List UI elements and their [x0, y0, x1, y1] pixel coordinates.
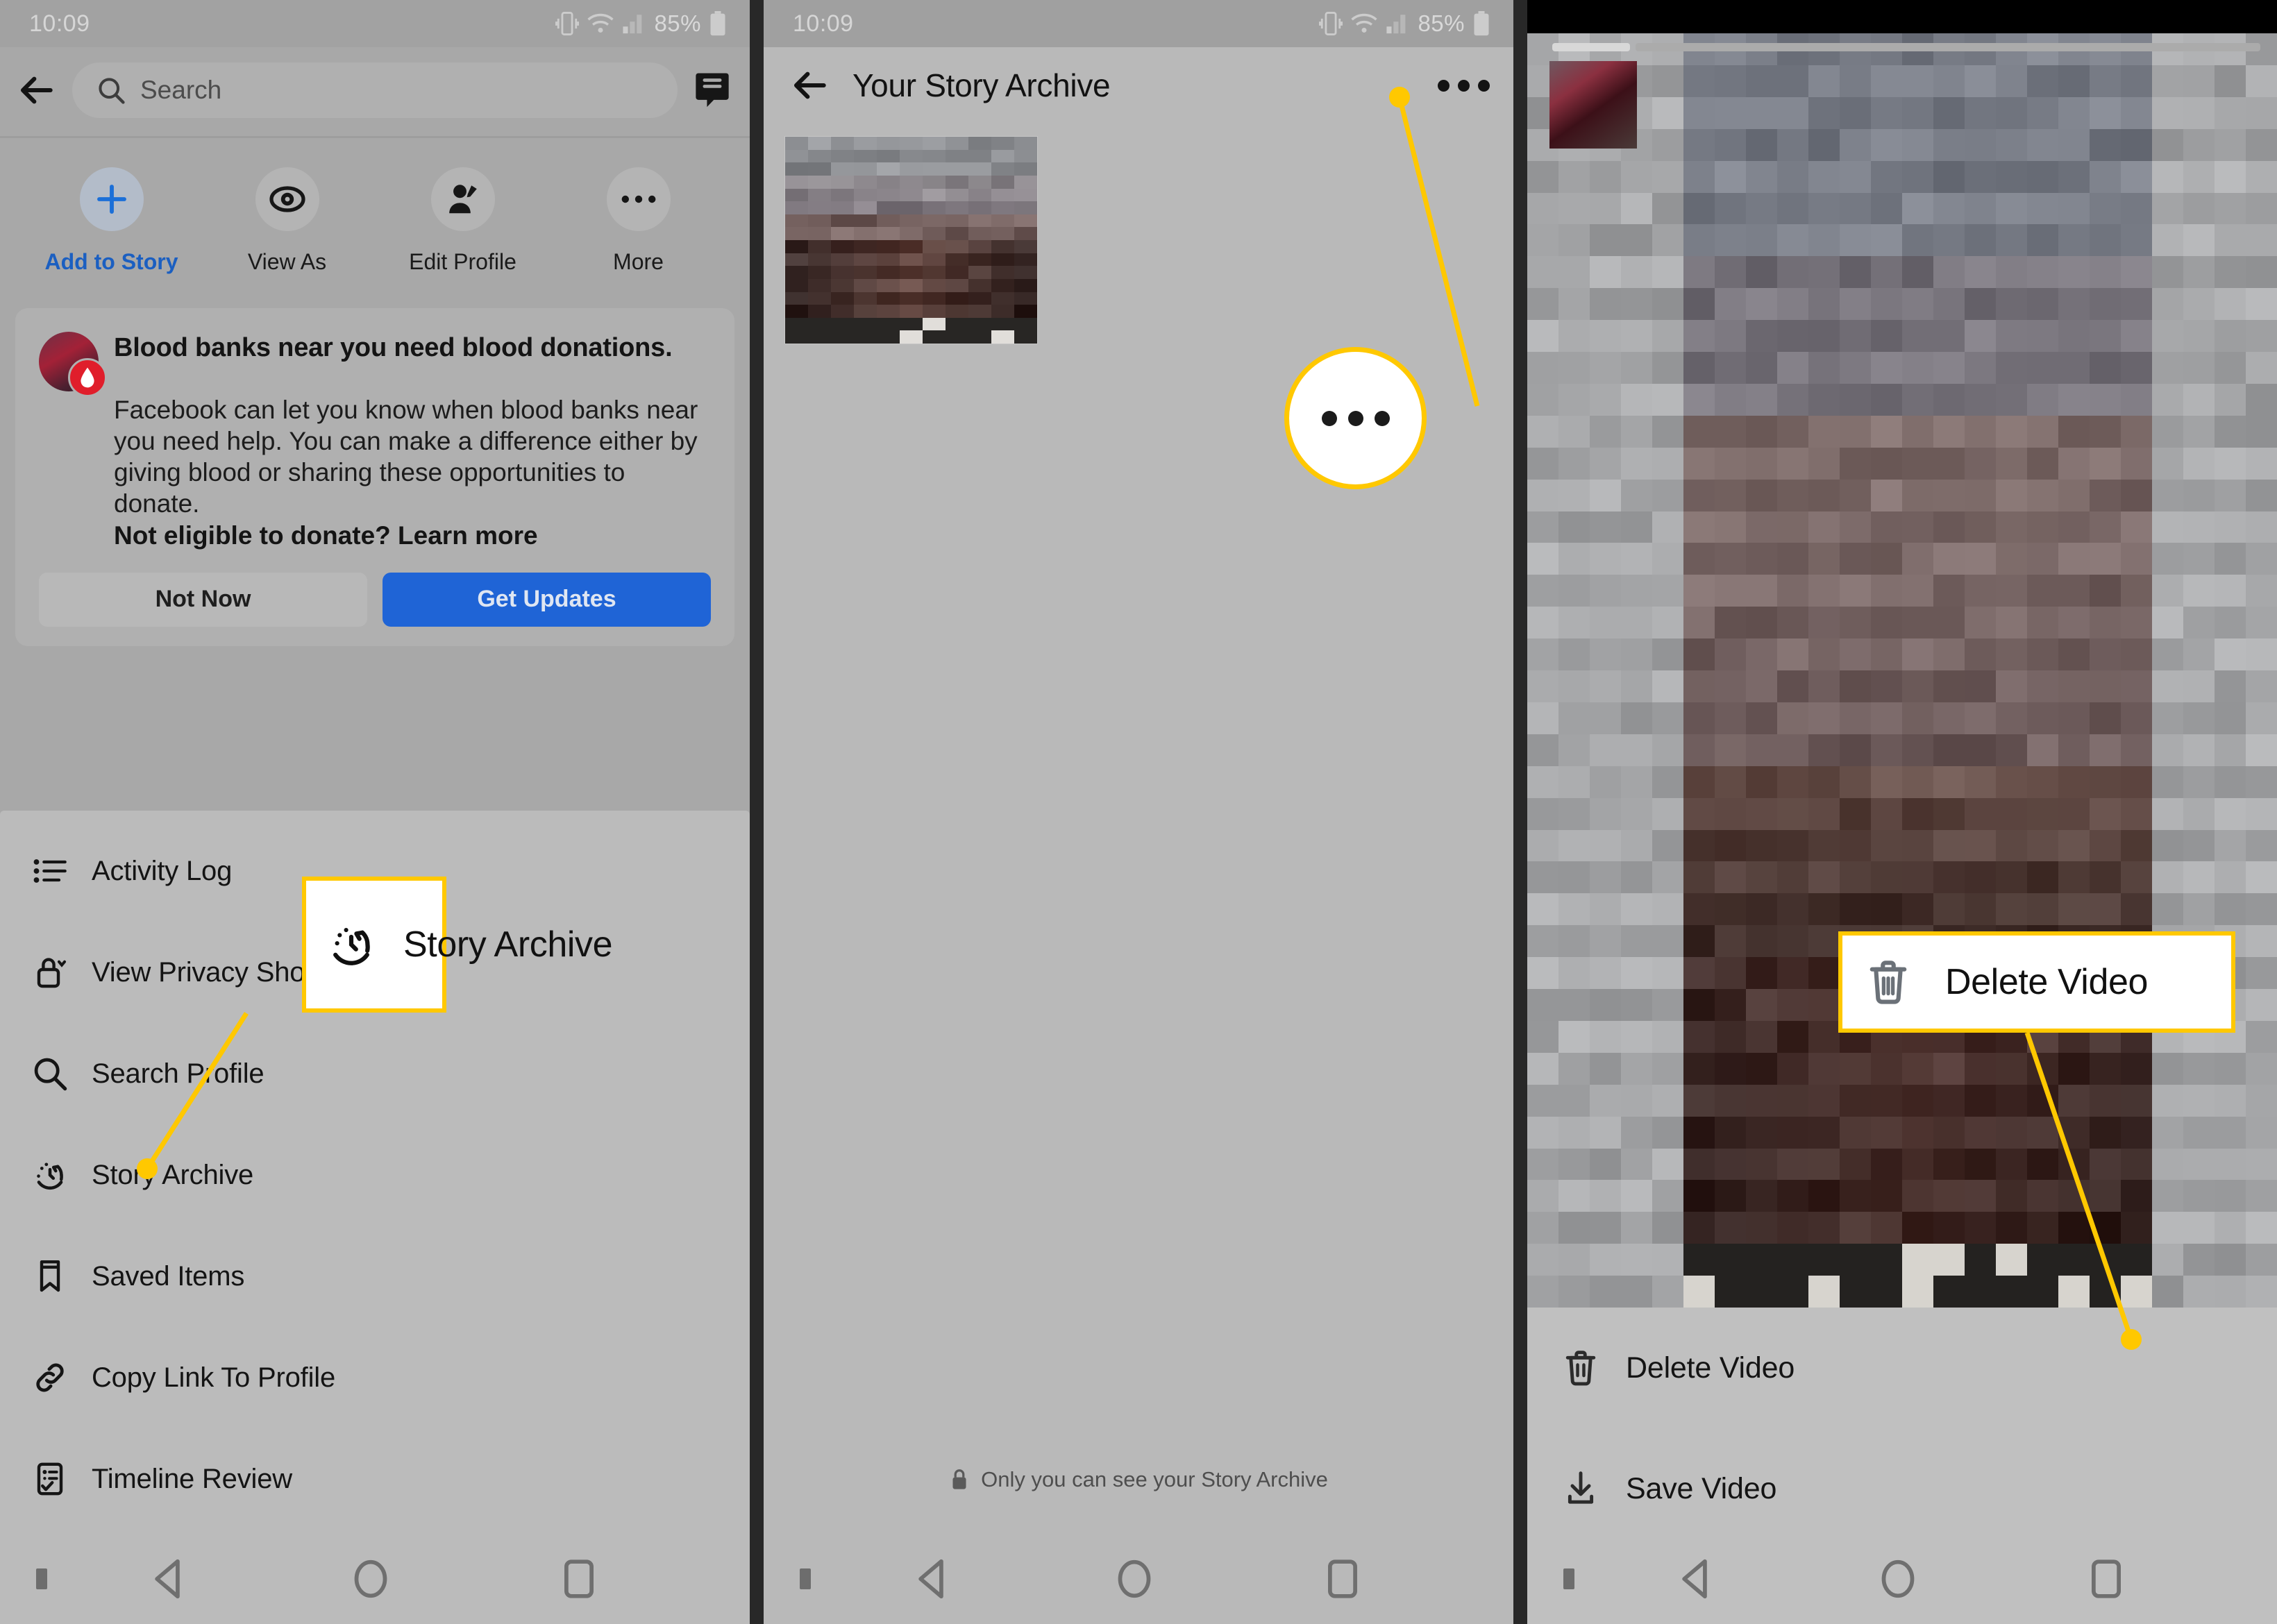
overflow-leader-line [1389, 87, 1480, 407]
panel-facebook-profile: 10:09 85% Search Add to Story View As Ed… [0, 0, 750, 1624]
callout-delete-video: Delete Video [1838, 931, 2235, 1033]
callout-label: Story Archive [403, 924, 613, 965]
callout-label: Delete Video [1945, 962, 2149, 1002]
callout-overflow-menu [1284, 347, 1427, 489]
dot [1374, 410, 1390, 426]
dot [1347, 410, 1363, 426]
three-panel-tutorial-screenshot: 10:09 85% Search Add to Story View As Ed… [0, 0, 2277, 1624]
callout-story-archive: Story Archive [302, 877, 613, 1013]
trash-icon [1870, 961, 1907, 1004]
dot [1321, 410, 1337, 426]
story-archive-leader-line [137, 1012, 249, 1179]
panel-divider-1 [750, 0, 764, 1624]
panel-divider-2 [1513, 0, 1527, 1624]
story-archive-icon [333, 927, 370, 965]
panel-story-video-viewer: Delete Video Save Video Delete Video [1527, 0, 2277, 1624]
delete-video-leader-line [2024, 1031, 2142, 1350]
panel-your-story-archive: 10:09 85% Your Story Archive Only you ca… [764, 0, 1513, 1624]
